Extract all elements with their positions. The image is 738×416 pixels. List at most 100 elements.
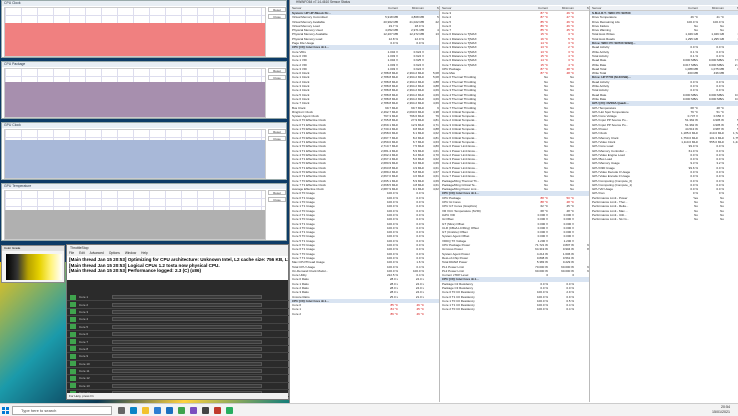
- sensor-value: 100.0 %: [576, 307, 590, 311]
- app-icon[interactable]: [178, 407, 185, 414]
- throttlestop-window[interactable]: ThrottleStop File Edit Advanced Options Wind…: [66, 244, 290, 400]
- sensor-graph-window[interactable]: CPU Package Reset Close: [1, 61, 287, 119]
- core-label: Core 11: [79, 369, 90, 374]
- header-cell[interactable]: Sensor: [440, 6, 524, 10]
- core-label: Core 1: [79, 295, 89, 300]
- sensor-value: No: [544, 187, 548, 192]
- sensor-value: 0.000 MB/s: [708, 96, 724, 101]
- app-icon[interactable]: [190, 407, 197, 414]
- header-cell[interactable]: Maximum: [426, 6, 439, 10]
- windows-start-icon[interactable]: [2, 407, 9, 414]
- core-label: Core 7: [79, 339, 89, 344]
- core-row: Core 9: [67, 353, 290, 361]
- core-swatch: [70, 324, 76, 330]
- color-grade-window[interactable]: Color Grade: [1, 245, 65, 283]
- core-bar: [112, 317, 262, 322]
- sensor-value: 100.0 %: [536, 307, 548, 312]
- core-swatch: [70, 383, 76, 389]
- core-bar: [112, 302, 262, 307]
- header-cell[interactable]: Current: [674, 6, 700, 10]
- core-bar: [112, 295, 262, 300]
- reset-button[interactable]: Reset: [268, 7, 286, 12]
- sensor-row[interactable]: Performance Limit - SLI G...NoNoNoNo: [590, 217, 738, 221]
- close-button[interactable]: Close: [268, 75, 286, 80]
- core-swatch: [70, 294, 76, 300]
- core-row: Core 5: [67, 324, 290, 331]
- close-button[interactable]: Close: [268, 136, 286, 141]
- mail-icon[interactable]: [166, 407, 173, 414]
- close-button[interactable]: Close: [268, 197, 286, 202]
- sensor-value: 460 MB: [726, 71, 738, 75]
- header-cell[interactable]: Current: [524, 6, 550, 10]
- core-bar: [112, 346, 262, 351]
- sensor-value: 0.000 MB/s: [734, 96, 738, 101]
- core-row: Core 2: [67, 301, 290, 309]
- graph-title: GPU Clock: [2, 123, 286, 128]
- graph-fill: [5, 82, 265, 117]
- reset-button[interactable]: Reset: [268, 190, 286, 195]
- core-swatch: [70, 316, 76, 322]
- header-cell[interactable]: Maximum: [726, 6, 738, 10]
- menu-item[interactable]: Options: [109, 251, 120, 256]
- file-explorer-icon[interactable]: [142, 407, 149, 414]
- menu-item[interactable]: Window: [125, 251, 136, 256]
- header-cell[interactable]: Maximum: [576, 6, 589, 10]
- log-output: [Main thread Jan 15 20:53] Optimizing fo…: [67, 256, 288, 280]
- header-cell[interactable]: Minimum: [400, 6, 426, 10]
- menu-item[interactable]: File: [69, 251, 74, 256]
- core-row: Core 3: [67, 309, 290, 317]
- app-icon[interactable]: [226, 407, 233, 414]
- close-button[interactable]: Close: [268, 14, 286, 19]
- core-bar: [112, 369, 262, 374]
- reset-button[interactable]: Reset: [268, 129, 286, 134]
- sensor-graph-window[interactable]: CPU Clock Reset Close: [1, 0, 287, 58]
- sensor-graph-window[interactable]: GPU Temperature Reset Close: [1, 183, 287, 241]
- sensor-row[interactable]: Core 2 T0 C0 Residency100.0 %0.4 %100.0 …: [440, 307, 589, 311]
- search-input[interactable]: Type here to search: [12, 406, 112, 415]
- hwinfo-window[interactable]: HWiNFO64 v7.14-4610 Sensor Status Sensor…: [289, 0, 738, 403]
- core-label: Core 4: [79, 317, 89, 322]
- log-line: [Main thread Jan 15 20:53] Optimizing fo…: [69, 257, 288, 262]
- core-swatch: [70, 361, 76, 367]
- app-icon[interactable]: [214, 407, 221, 414]
- task-view-icon[interactable]: [118, 407, 125, 414]
- core-label: Core 13: [79, 383, 90, 388]
- core-bar: [112, 361, 262, 366]
- sensor-value: No: [720, 217, 724, 222]
- store-icon[interactable]: [154, 407, 161, 414]
- header-cell[interactable]: Sensor: [590, 6, 674, 10]
- core-row: Core 6: [67, 331, 290, 339]
- sensor-row[interactable]: Core 286 °C46 °C97 °C85 °C: [290, 312, 439, 316]
- sensor-value: 1,295 GB: [726, 37, 738, 41]
- sensor-value: 436 MB: [713, 71, 724, 76]
- graph-controls: Reset Close: [268, 190, 286, 240]
- graph-plot: [4, 190, 266, 240]
- sensor-name: Core 2: [292, 311, 302, 316]
- clock[interactable]: 20:54 15/01/2021: [712, 405, 730, 415]
- app-icon[interactable]: [202, 407, 209, 414]
- reset-button[interactable]: Reset: [268, 68, 286, 73]
- graph-plot: [4, 7, 266, 57]
- sensor-value: 460 MB: [687, 71, 698, 76]
- header-cell[interactable]: Current: [374, 6, 400, 10]
- core-row: Core 8: [67, 346, 290, 354]
- status-bar: For Help, press F1: [67, 393, 288, 399]
- sensor-graph-window[interactable]: GPU Clock Reset Close: [1, 122, 287, 180]
- core-label: Core 6: [79, 332, 89, 337]
- sensor-value: 0.000 MB/s: [682, 96, 698, 101]
- core-label: Core 2: [79, 302, 89, 307]
- sensor-value: 0.4 %: [566, 307, 574, 312]
- sensor-name: Performance Limit - SLI G...: [592, 217, 630, 222]
- edge-icon[interactable]: [130, 407, 137, 414]
- sensor-value: No: [726, 217, 738, 221]
- core-bar: [112, 324, 262, 329]
- menu-item[interactable]: Help: [141, 251, 148, 256]
- menu-item[interactable]: Advanced: [90, 251, 104, 256]
- header-cell[interactable]: Minimum: [700, 6, 726, 10]
- menu-item[interactable]: Edit: [79, 251, 85, 256]
- core-swatch: [70, 375, 76, 381]
- header-cell[interactable]: Sensor: [290, 6, 374, 10]
- header-cell[interactable]: Minimum: [550, 6, 576, 10]
- clock-date: 15/01/2021: [712, 410, 730, 414]
- core-swatch: [70, 302, 76, 308]
